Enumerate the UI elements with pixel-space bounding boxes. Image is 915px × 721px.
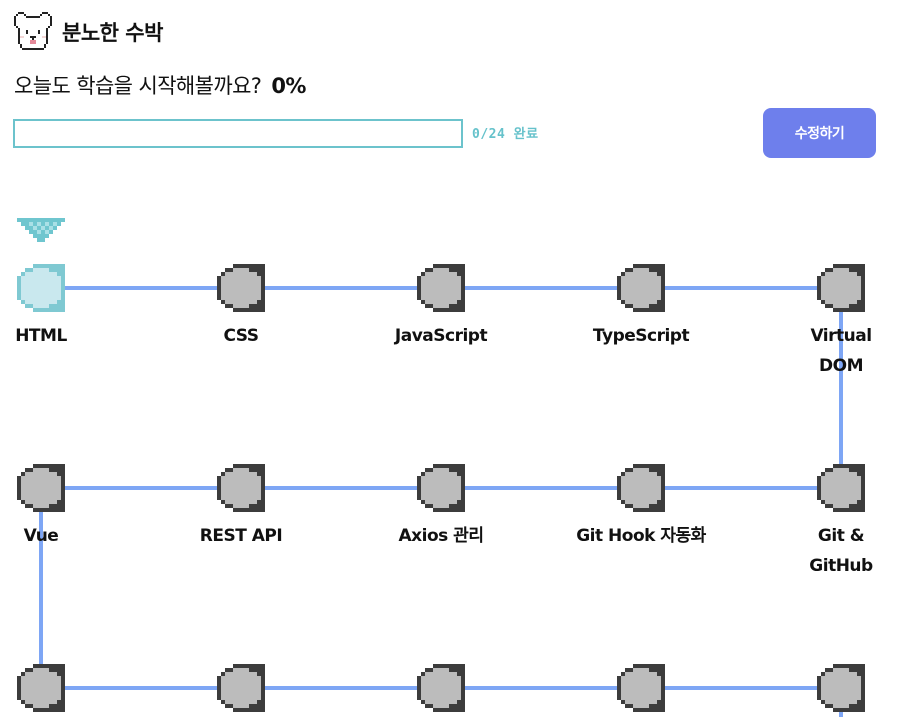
roadmap-node-button[interactable] [417,464,465,512]
roadmap-node-label: CSS [223,326,259,346]
roadmap-node-button[interactable] [617,464,665,512]
roadmap-node-button[interactable] [817,464,865,512]
headline-text: 오늘도 학습을 시작해볼까요? [14,74,262,98]
roadmap-node-button[interactable] [217,664,265,712]
roadmap-node-button[interactable] [417,264,465,312]
roadmap-node-button[interactable] [17,664,65,712]
username: 분노한 수박 [62,21,163,45]
roadmap-node-button[interactable] [217,464,265,512]
roadmap-node-button[interactable] [817,664,865,712]
roadmap-node-label: Git & GitHub [809,526,873,576]
progress-status: 0/24 완료 [472,127,539,142]
roadmap-node-label: Vue [23,526,59,546]
roadmap-node-label: HTML [15,326,67,346]
roadmap-node-label: Axios 관리 [398,526,484,546]
roadmap-node-label: Git Hook 자동화 [576,526,706,546]
roadmap-node-button[interactable] [617,264,665,312]
roadmap-node-button[interactable] [817,264,865,312]
progress-percent: 0% [271,74,306,98]
progress-bar [13,119,463,148]
roadmap-node-label: JavaScript [394,326,488,346]
progress-headline: 오늘도 학습을 시작해볼까요? 0% [14,70,306,100]
roadmap-node-label: REST API [199,526,283,546]
profile-header: 분노한 수박 [14,12,163,52]
edit-button[interactable]: 수정하기 [763,108,876,158]
roadmap-node-button[interactable] [17,464,65,512]
roadmap-node-button[interactable] [617,664,665,712]
roadmap-node-label: TypeScript [592,326,690,346]
roadmap-node-button[interactable] [417,664,465,712]
pixel-triangle-down-icon [17,218,65,242]
roadmap-node-button[interactable] [217,264,265,312]
roadmap-node-button[interactable] [17,264,65,312]
pixel-dog-face-icon [14,12,52,50]
roadmap-node-label: Virtual DOM [810,326,872,376]
